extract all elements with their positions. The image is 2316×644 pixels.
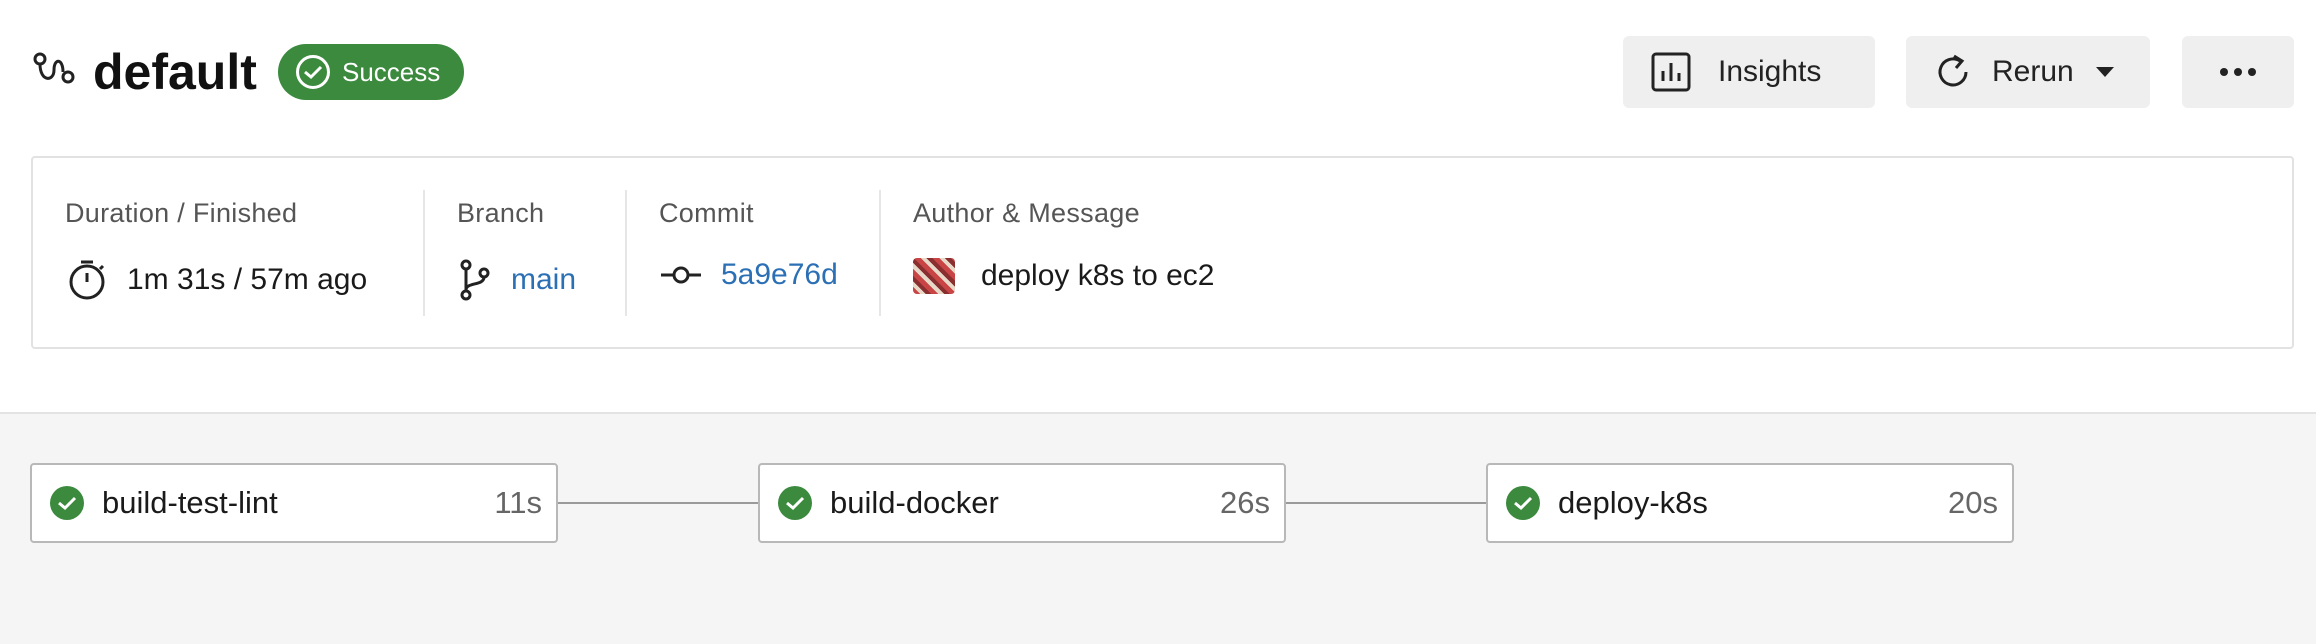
job-duration: 11s (494, 485, 542, 520)
job-name: build-test-lint (102, 485, 278, 520)
divider (423, 190, 425, 316)
commit-label: Commit (659, 198, 754, 228)
branch-value-row: main (457, 258, 576, 302)
check-circle-icon (296, 55, 330, 89)
git-commit-icon (661, 266, 701, 284)
status-badge: Success (278, 44, 465, 100)
check-circle-icon (1506, 486, 1540, 520)
branch-label: Branch (457, 198, 545, 228)
duration-value: 1m 31s / 57m ago (127, 263, 368, 296)
workflow-header: default Success Insights Rerun (0, 0, 2316, 145)
job-node-build-test-lint[interactable]: build-test-lint 11s (30, 463, 558, 543)
job-duration: 26s (1220, 485, 1270, 520)
git-branch-icon (460, 259, 490, 301)
ellipsis-icon (2220, 68, 2256, 76)
insights-button[interactable]: Insights (1623, 36, 1875, 108)
commit-message: deploy k8s to ec2 (981, 259, 1215, 292)
page-title: default (93, 44, 257, 100)
refresh-icon (1938, 54, 1968, 87)
rerun-button-label: Rerun (1992, 55, 2074, 88)
check-circle-icon (778, 486, 812, 520)
stopwatch-icon (69, 260, 105, 300)
status-badge-label: Success (342, 56, 441, 87)
author-value-row: deploy k8s to ec2 (913, 258, 1214, 294)
insights-button-label: Insights (1718, 55, 1822, 88)
job-name: deploy-k8s (1558, 485, 1708, 520)
job-name: build-docker (830, 485, 999, 520)
job-duration: 20s (1948, 485, 1998, 520)
pipeline-details-card: Duration / Finished 1m 31s / 57m ago Bra… (31, 156, 2294, 349)
check-circle-icon (50, 486, 84, 520)
job-connector (557, 502, 759, 504)
divider (625, 190, 627, 316)
workflow-icon (33, 52, 75, 84)
avatar (913, 258, 955, 294)
commit-value-row: 5a9e76d (659, 258, 838, 292)
more-actions-button[interactable] (2182, 36, 2294, 108)
caret-down-icon[interactable] (2095, 67, 2114, 77)
bar-chart-icon (1651, 52, 1691, 92)
divider (879, 190, 881, 316)
duration-label: Duration / Finished (65, 198, 298, 228)
commit-link[interactable]: 5a9e76d (721, 258, 838, 292)
branch-link[interactable]: main (511, 263, 576, 297)
rerun-button[interactable]: Rerun (1906, 36, 2150, 108)
duration-value-row: 1m 31s / 57m ago (65, 258, 367, 302)
job-connector (1285, 502, 1487, 504)
job-node-deploy-k8s[interactable]: deploy-k8s 20s (1486, 463, 2014, 543)
author-label: Author & Message (913, 198, 1140, 228)
job-node-build-docker[interactable]: build-docker 26s (758, 463, 1286, 543)
